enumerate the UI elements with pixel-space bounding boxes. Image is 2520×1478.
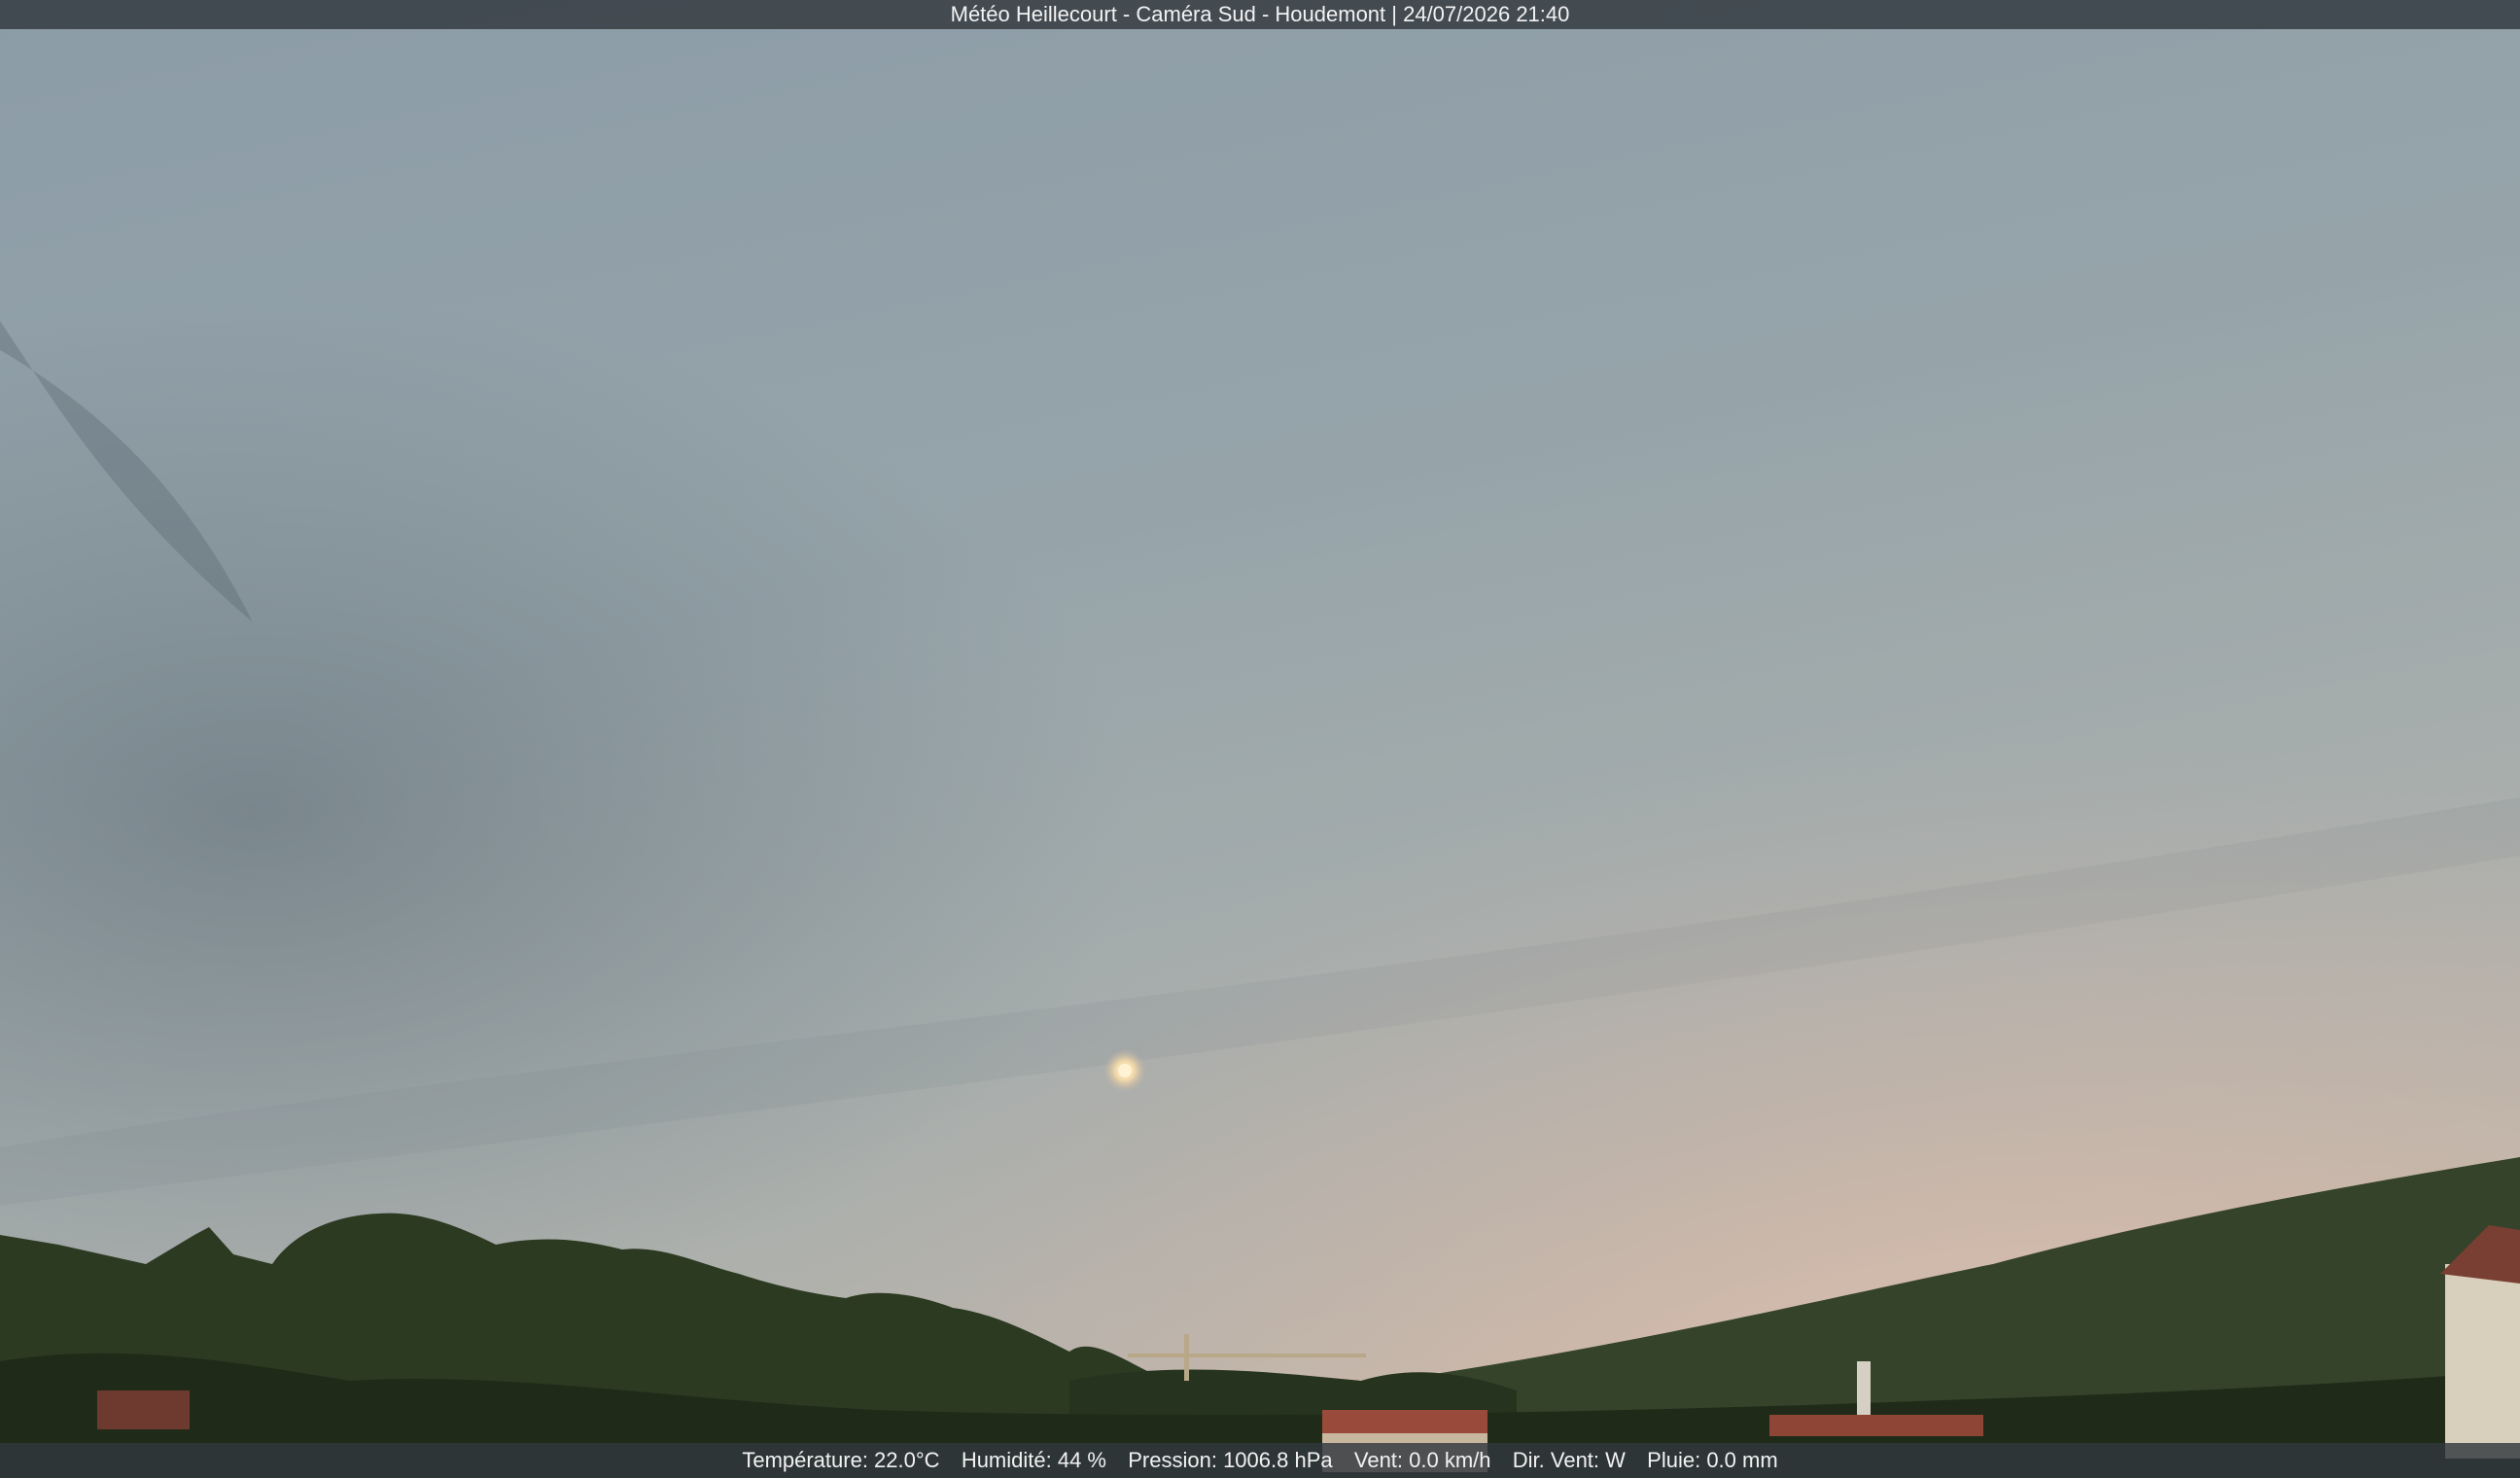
rain-reading: Pluie: 0.0 mm <box>1647 1448 1778 1472</box>
humidity-reading: Humidité: 44 % <box>961 1448 1106 1472</box>
pressure-reading: Pression: 1006.8 hPa <box>1128 1448 1333 1472</box>
house-roof-center <box>1322 1410 1488 1433</box>
title-overlay: Météo Heillecourt - Caméra Sud - Houdemo… <box>0 0 2520 29</box>
temperature-reading: Température: 22.0°C <box>742 1448 940 1472</box>
camera-title: Météo Heillecourt - Caméra Sud - Houdemo… <box>950 2 1570 26</box>
house-wall-far-right <box>2445 1264 2520 1459</box>
wind-direction-reading: Dir. Vent: W <box>1512 1448 1626 1472</box>
moon-core <box>1118 1064 1132 1077</box>
house-roof-left <box>97 1390 190 1429</box>
webcam-frame: Météo Heillecourt - Caméra Sud - Houdemo… <box>0 0 2520 1478</box>
crane-mast <box>1184 1334 1189 1381</box>
crane-jib <box>1128 1354 1366 1357</box>
house-roof-right <box>1769 1415 1983 1436</box>
wind-speed-reading: Vent: 0.0 km/h <box>1353 1448 1491 1472</box>
weather-readings-overlay: Température: 22.0°C Humidité: 44 % Press… <box>0 1443 2520 1478</box>
webcam-scene <box>0 0 2520 1478</box>
church-spire <box>1857 1361 1871 1415</box>
